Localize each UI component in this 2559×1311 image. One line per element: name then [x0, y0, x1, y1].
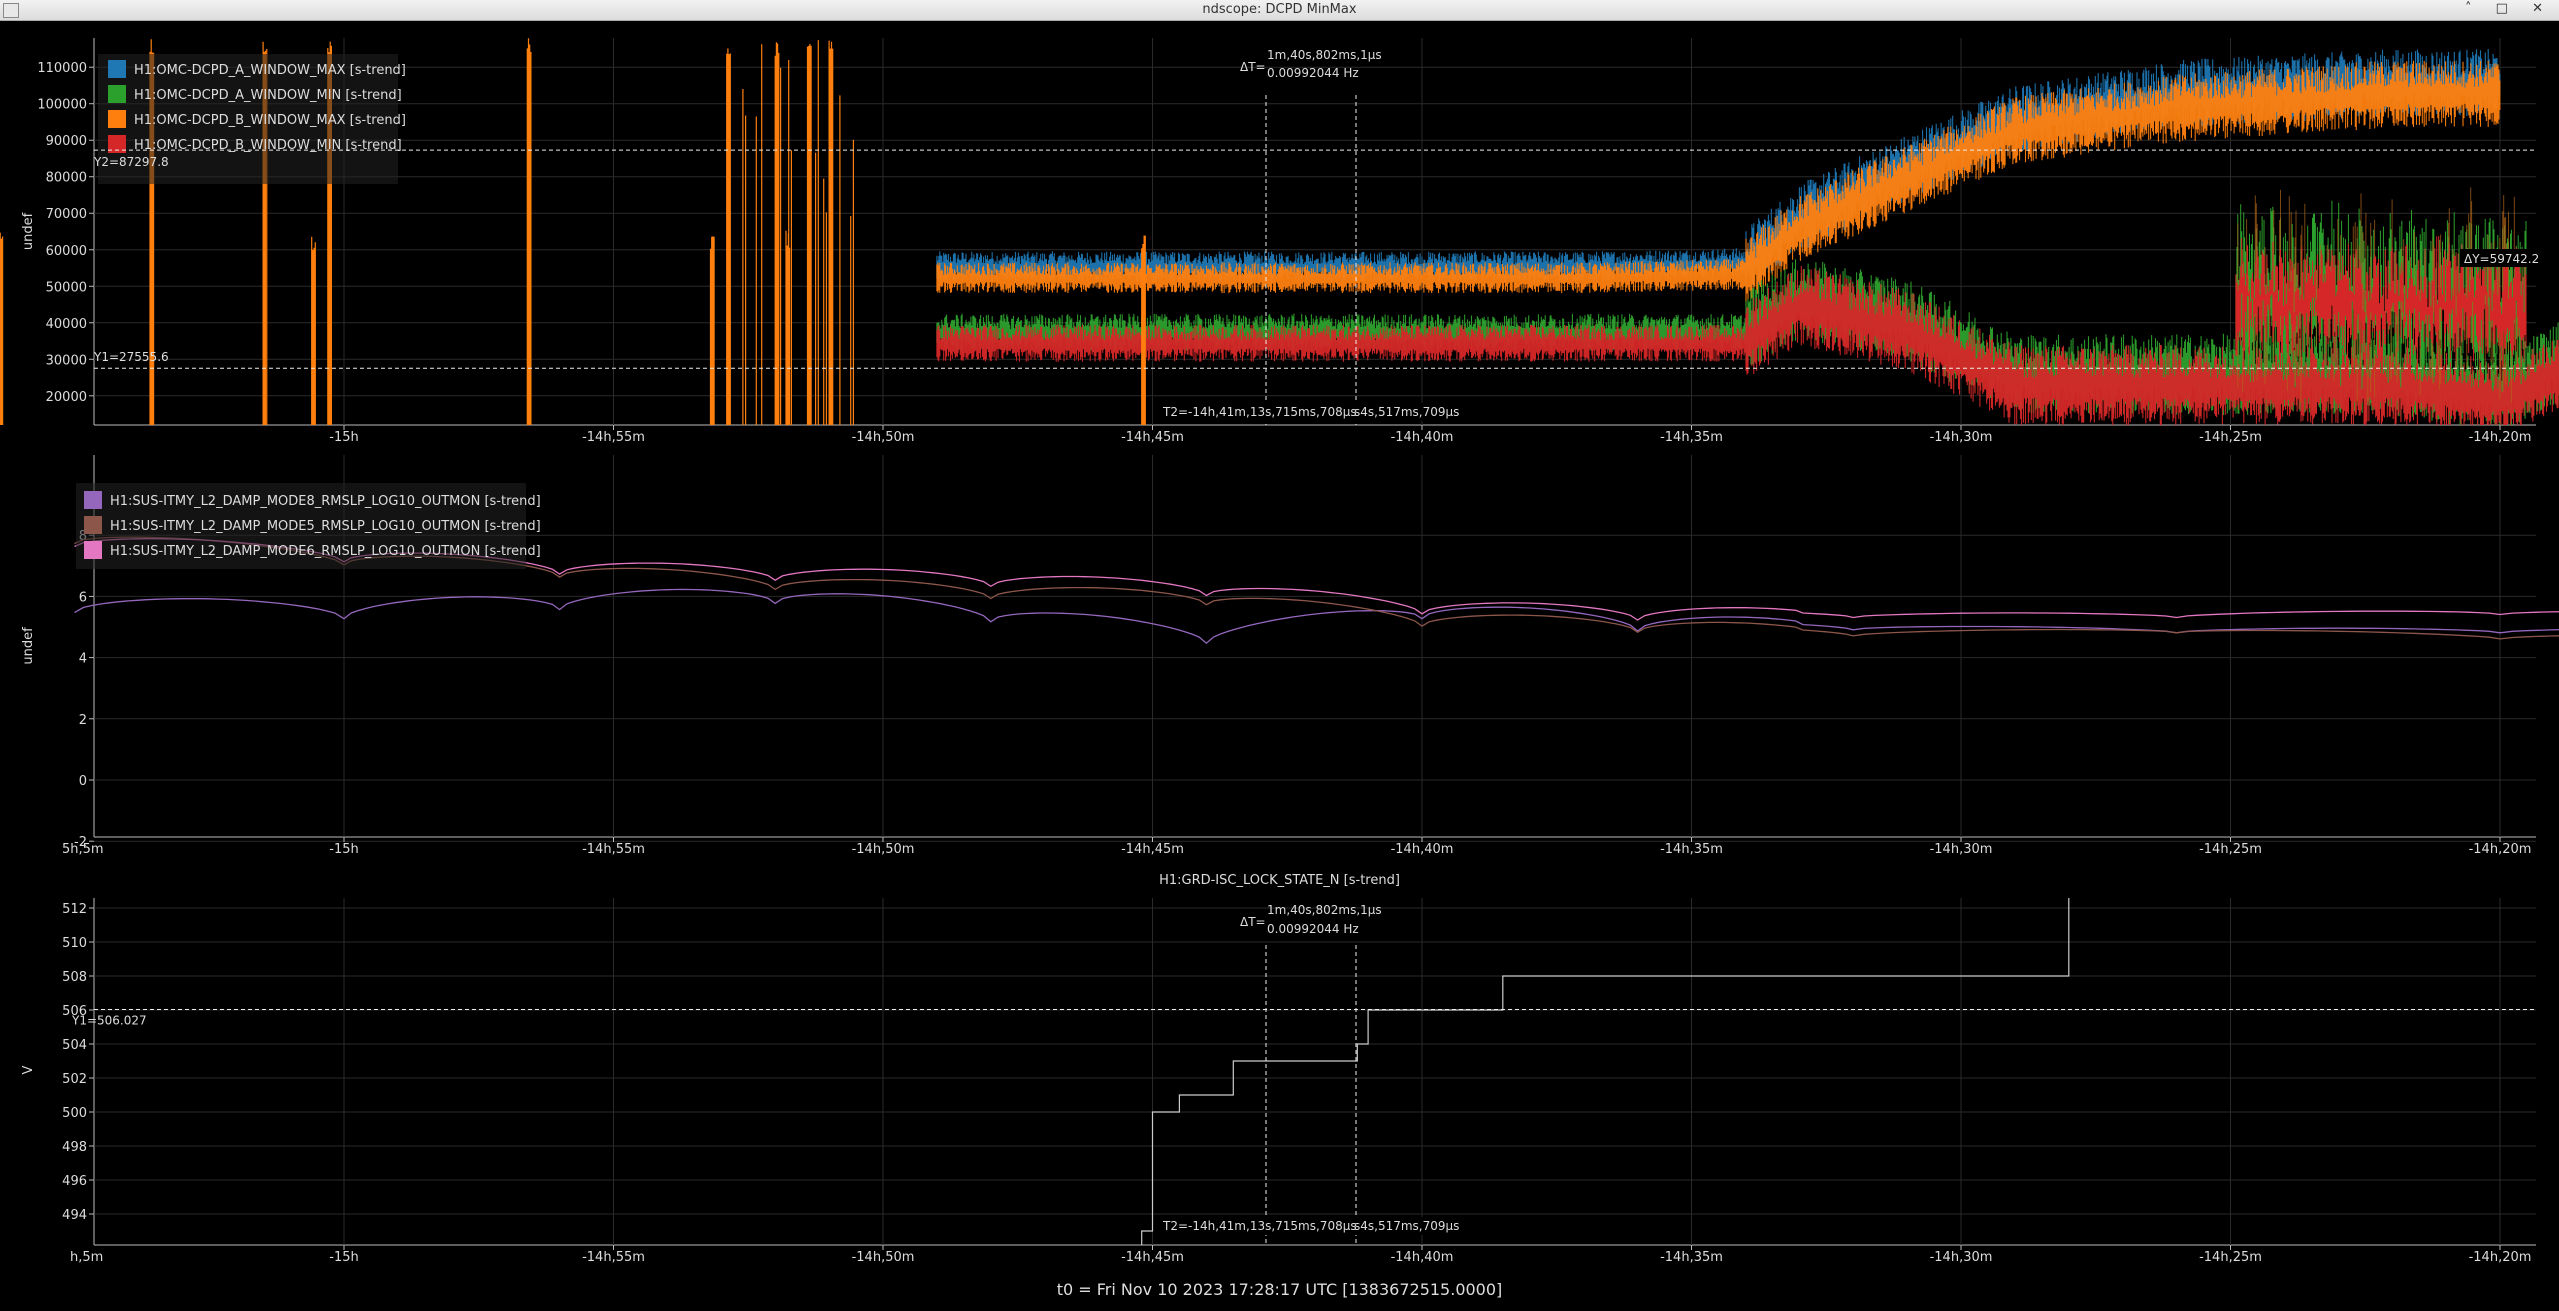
plot1-dt-freq: 0.00992044 Hz: [1267, 66, 1359, 80]
plot2-xtick-label: -14h,25m: [2199, 842, 2262, 857]
plot3-xtick-label: -14h,50m: [852, 1250, 915, 1265]
plot3-xtick-label-partial: h,5m: [70, 1250, 103, 1265]
plot3-ylabel: V: [21, 1065, 36, 1074]
plot3-ytick-label: 510: [62, 936, 87, 951]
plot3-ytick-label: 500: [62, 1106, 87, 1121]
plot1-ytick-label: 30000: [46, 353, 87, 368]
plot3-xtick-label: -14h,55m: [582, 1250, 645, 1265]
plot1-xtick-label: -14h,55m: [582, 430, 645, 445]
plot3-dt-value: 1m,40s,802ms,1µs: [1267, 903, 1382, 917]
plot2-xtick-label: -14h,20m: [2469, 842, 2532, 857]
plot3-xtick-label: -14h,25m: [2199, 1250, 2262, 1265]
plot2-legend-swatch: [84, 516, 102, 534]
plot2-xtick-label: -14h,45m: [1121, 842, 1184, 857]
plot1-ytick-label: 50000: [46, 280, 87, 295]
plot1-ylabel: undef: [21, 212, 36, 250]
plot1-cursor-t1-label: s4s,517ms,709µs: [1354, 405, 1459, 419]
plot1-legend-entry: H1:OMC-DCPD_A_WINDOW_MIN [s-trend]: [134, 88, 402, 103]
plot1-cursor-y1-label: Y1=27555.6: [93, 350, 169, 364]
plot2-ylabel: undef: [21, 627, 36, 665]
plot3-cursor-t2-label: T2=-14h,41m,13s,715ms,708µs: [1162, 1219, 1357, 1233]
plot2-xtick-label-partial: 5h,5m: [62, 842, 104, 857]
t0-label: t0 = Fri Nov 10 2023 17:28:17 UTC [13836…: [1056, 1280, 1503, 1299]
plot3-ytick-label: 502: [62, 1072, 87, 1087]
plot3-xtick-label: -14h,30m: [1930, 1250, 1993, 1265]
plot1-ytick-label: 90000: [46, 134, 87, 149]
plot3-series: [1141, 898, 2070, 1245]
plot2-legend-entry: H1:SUS-ITMY_L2_DAMP_MODE5_RMSLP_LOG10_OU…: [110, 519, 541, 534]
plot3-xtick-label: -14h,20m: [2469, 1250, 2532, 1265]
plot2-ytick-label: 2: [79, 713, 87, 728]
plot2-xtick-label: -14h,40m: [1391, 842, 1454, 857]
plot3-cursor-y1-label: Y1=506.027: [71, 1014, 147, 1028]
plot2-ytick-label: 4: [79, 652, 87, 667]
plot2-ytick-label: 0: [79, 774, 87, 789]
plot1-xtick-label: -15h: [329, 430, 358, 445]
plot2-legend-swatch: [84, 541, 102, 559]
plot3-ytick-label: 508: [62, 970, 87, 985]
plot2-xtick-label: -14h,35m: [1660, 842, 1723, 857]
plot1-legend-entry: H1:OMC-DCPD_B_WINDOW_MAX [s-trend]: [134, 113, 406, 128]
plot1-ytick-label: 100000: [37, 98, 87, 113]
plot1-cursor-t2-label: T2=-14h,41m,13s,715ms,708µs: [1162, 405, 1357, 419]
window-title: ndscope: DCPD MinMax: [1202, 2, 1357, 17]
plot3-xtick-label: -14h,40m: [1391, 1250, 1454, 1265]
plot3-title: H1:GRD-ISC_LOCK_STATE_N [s-trend]: [1159, 873, 1400, 888]
plot3-xtick-label: -14h,35m: [1660, 1250, 1723, 1265]
plot1-xtick-label: -14h,50m: [852, 430, 915, 445]
plot2-xtick-label: -15h: [329, 842, 358, 857]
plot1-cursor-dy-label: ΔY=59742.2: [2464, 252, 2539, 266]
ndscope-plots[interactable]: 1100001000009000080000700006000050000400…: [0, 20, 2559, 1311]
plot3-ytick-label: 512: [62, 902, 87, 917]
plot3-dt-freq: 0.00992044 Hz: [1267, 922, 1359, 936]
window-controls[interactable]: ˄ □ ✕: [2465, 1, 2553, 16]
plot1-ytick-label: 60000: [46, 244, 87, 259]
plot3-cursor-t1-label: s4s,517ms,709µs: [1354, 1219, 1459, 1233]
plot1-ytick-label: 70000: [46, 207, 87, 222]
plot3-ytick-label: 498: [62, 1140, 87, 1155]
plot2-xtick-label: -14h,50m: [852, 842, 915, 857]
plot-dcpd: 110000 100000 90000 80000 70000 60000 50000 400…: [0, 38, 2559, 445]
plot2-xtick-label: -14h,30m: [1930, 842, 1993, 857]
plot1-xtick-label: -14h,45m: [1121, 430, 1184, 445]
plot3-ytick-label: 496: [62, 1174, 87, 1189]
plot1-legend-entry: H1:OMC-DCPD_A_WINDOW_MAX [s-trend]: [134, 63, 406, 78]
plot1-dt-label: ΔT=: [1240, 60, 1266, 74]
plot1-ytick-label: 110000: [37, 61, 87, 76]
plot-isc-lock: 512510508506504502500498496494-15h -14h,5…: [21, 898, 2536, 1265]
plot2-ytick-label: 6: [79, 590, 87, 605]
plot3-ytick-label: 504: [62, 1038, 87, 1053]
plot2-legend-entry: H1:SUS-ITMY_L2_DAMP_MODE6_RMSLP_LOG10_OU…: [110, 544, 541, 559]
plot2-xtick-label: -14h,55m: [582, 842, 645, 857]
plot1-xtick-label: -14h,40m: [1391, 430, 1454, 445]
plot2-legend: H1:SUS-ITMY_L2_DAMP_MODE8_RMSLP_LOG10_OU…: [76, 483, 541, 569]
plot1-ytick-label: 80000: [46, 171, 87, 186]
plot1-xtick-label: -14h,35m: [1660, 430, 1723, 445]
plot1-ytick-label: 40000: [46, 317, 87, 332]
plot1-cursor-y2-label: Y2=87297.8: [93, 155, 169, 169]
plot1-legend-swatch: [108, 85, 126, 103]
plot1-xtick-label: -14h,20m: [2469, 430, 2532, 445]
plot1-dt-value: 1m,40s,802ms,1µs: [1267, 48, 1382, 62]
plot3-xtick-label: -14h,45m: [1121, 1250, 1184, 1265]
plot2-legend-swatch: [84, 491, 102, 509]
plot1-legend-entry: H1:OMC-DCPD_B_WINDOW_MIN [s-trend]: [134, 138, 402, 153]
plot1-legend-swatch: [108, 60, 126, 78]
plot1-ytick-label: 20000: [46, 390, 87, 405]
plot3-dt-label: ΔT=: [1240, 915, 1266, 929]
plot-sus-itmy: 86420-2-15h-14h,55m-14h,50m-14h,45m-14h,…: [21, 455, 2559, 857]
plot3-ytick-label: 494: [62, 1208, 87, 1223]
window-titlebar: ndscope: DCPD MinMax ˄ □ ✕: [0, 0, 2559, 21]
plot1-xtick-label: -14h,30m: [1930, 430, 1993, 445]
plot1-legend-swatch: [108, 110, 126, 128]
plot1-xtick-label: -14h,25m: [2199, 430, 2262, 445]
plot2-legend-entry: H1:SUS-ITMY_L2_DAMP_MODE8_RMSLP_LOG10_OU…: [110, 494, 541, 509]
plot3-xtick-label: -15h: [329, 1250, 358, 1265]
